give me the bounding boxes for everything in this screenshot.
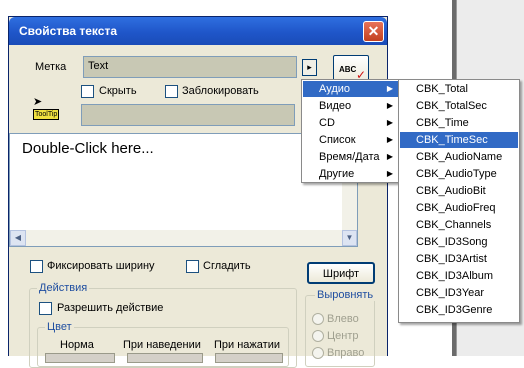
audio-variables-submenu: CBK_Total CBK_TotalSec CBK_Time CBK_Time… [398,79,520,323]
text-properties-dialog: Свойства текста ✕ Метка Text ▸ ABC ✓ Скр… [8,16,388,368]
insert-variable-button[interactable]: ▸ [302,59,317,76]
lock-checkbox[interactable] [165,85,178,98]
hide-label: Скрыть [99,85,137,97]
submenu-arrow-icon: ▶ [386,152,393,161]
hide-checkbox[interactable] [81,85,94,98]
editor-placeholder: Double-Click here... [22,140,154,157]
menu-item-cd-label: CD [319,117,335,129]
submenu-arrow-icon: ▶ [386,101,393,110]
align-right-label: Вправо [327,347,365,359]
align-center-label: Центр [327,330,359,342]
fixed-width-checkbox[interactable] [30,260,43,273]
submenu-item-selected[interactable]: CBK_TimeSec [400,132,518,148]
submenu-item[interactable]: CBK_TotalSec [400,98,518,114]
scroll-down-icon[interactable]: ▼ [342,230,357,246]
submenu-item[interactable]: CBK_ID3Genre [400,302,518,318]
submenu-item[interactable]: CBK_Total [400,81,518,97]
color-hover-label: При наведении [123,339,201,351]
submenu-arrow-icon: ▶ [386,84,393,93]
menu-item-datetime[interactable]: Время/Дата ▶ [303,149,399,165]
color-pressed-swatch[interactable] [215,353,283,363]
align-right-radio[interactable] [312,347,324,359]
color-pressed-label: При нажатии [214,339,280,351]
menu-item-other[interactable]: Другие ▶ [303,166,399,182]
scroll-left-icon[interactable]: ◀ [10,230,26,246]
color-hover-swatch[interactable] [127,353,203,363]
align-left-label: Влево [327,313,359,325]
submenu-arrow-icon: ▶ [386,169,393,178]
align-left-radio[interactable] [312,313,324,325]
align-center-radio[interactable] [312,330,324,342]
abc-icon: ABC [339,65,357,74]
label-text-value: Text [88,60,109,72]
allow-action-label: Разрешить действие [57,302,164,314]
variable-category-menu: Аудио ▶ Видео ▶ CD ▶ Список ▶ Время/Дата ▶ Др… [301,79,401,183]
menu-item-audio[interactable]: Аудио ▶ [303,81,399,97]
submenu-item[interactable]: CBK_ID3Album [400,268,518,284]
color-group-title: Цвет [45,321,74,333]
submenu-item[interactable]: CBK_AudioFreq [400,200,518,216]
menu-item-list-label: Список [319,134,356,146]
smooth-checkbox[interactable] [186,260,199,273]
submenu-item[interactable]: CBK_AudioName [400,149,518,165]
label-text-field[interactable]: Text [83,56,297,78]
lock-label: Заблокировать [182,85,259,97]
submenu-item[interactable]: CBK_Time [400,115,518,131]
menu-item-video[interactable]: Видео ▶ [303,98,399,114]
submenu-item[interactable]: CBK_ID3Year [400,285,518,301]
actions-group-title: Действия [37,282,90,294]
font-button[interactable]: Шрифт [307,262,375,284]
submenu-item[interactable]: CBK_AudioBit [400,183,518,199]
submenu-arrow-icon: ▶ [386,135,393,144]
submenu-arrow-icon: ▶ [386,118,393,127]
fixed-width-label: Фиксировать ширину [47,260,155,272]
editor-hscrollbar[interactable]: ◀ [10,230,342,246]
menu-item-datetime-label: Время/Дата [319,151,380,163]
label-caption: Метка [35,61,67,73]
window-title: Свойства текста [19,24,117,38]
menu-item-video-label: Видео [319,100,352,112]
smooth-label: Сгладить [203,260,251,272]
submenu-item[interactable]: CBK_ID3Artist [400,251,518,267]
menu-item-cd[interactable]: CD ▶ [303,115,399,131]
submenu-item[interactable]: CBK_ID3Song [400,234,518,250]
tooltip-field[interactable] [81,104,295,126]
title-bar: Свойства текста ✕ [9,17,387,45]
menu-item-audio-label: Аудио [319,83,351,95]
tooltip-icon: ToolTip [33,109,60,120]
submenu-item[interactable]: CBK_Channels [400,217,518,233]
color-normal-label: Норма [60,339,94,351]
submenu-item[interactable]: CBK_AudioType [400,166,518,182]
align-group-title: Выровнять [315,289,376,301]
allow-action-checkbox[interactable] [39,302,52,315]
color-normal-swatch[interactable] [45,353,115,363]
menu-item-other-label: Другие [319,168,355,180]
menu-item-list[interactable]: Список ▶ [303,132,399,148]
close-button[interactable]: ✕ [363,21,384,42]
cursor-icon: ➤ [33,96,43,108]
